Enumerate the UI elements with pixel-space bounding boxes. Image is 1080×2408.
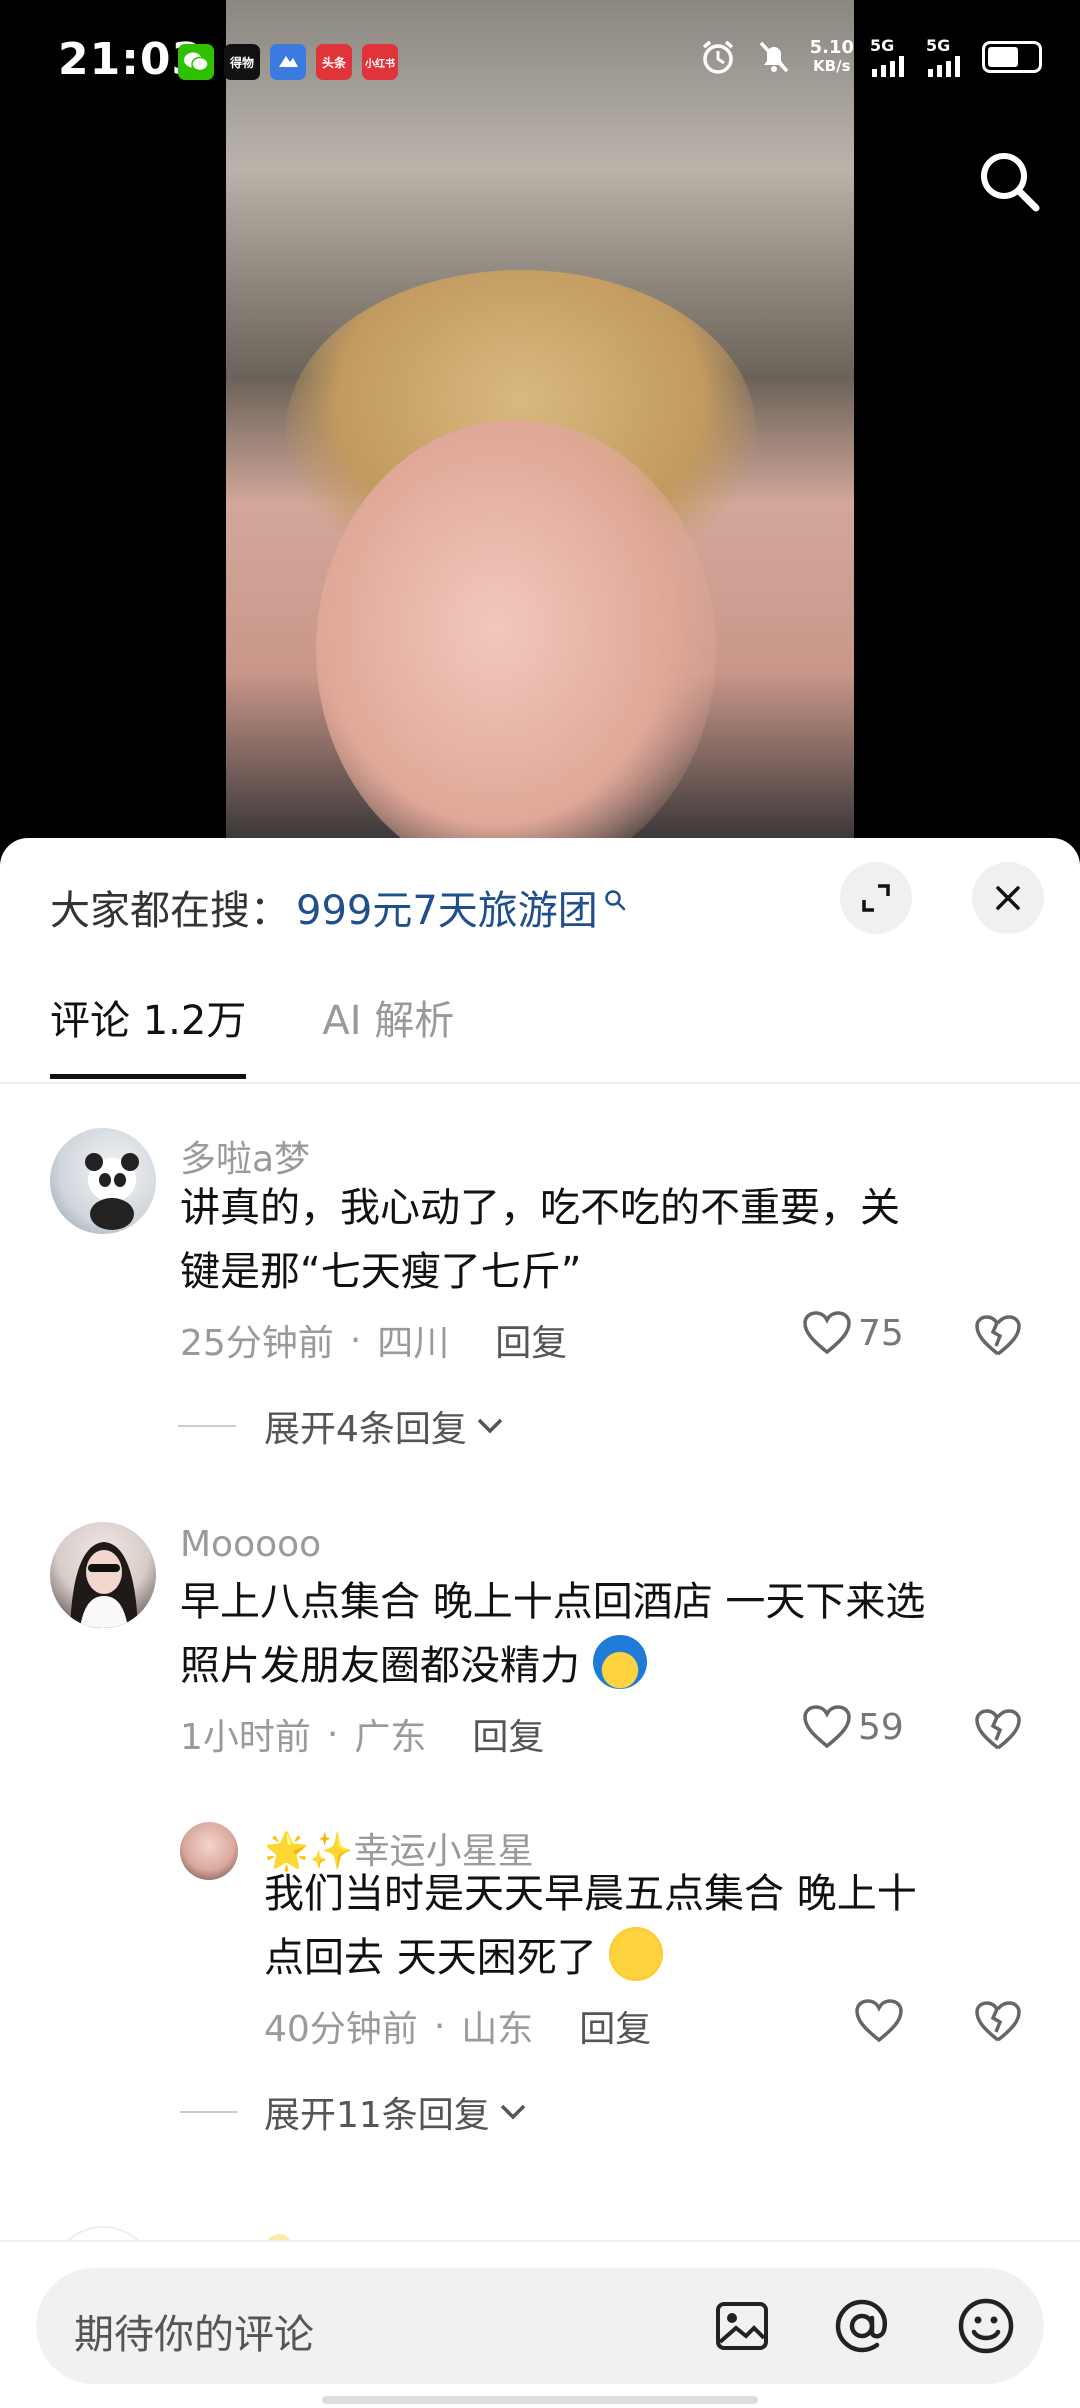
- system-icons: 5.10 KB/s 5G 5G: [698, 36, 1042, 77]
- signal-bars-icon: [928, 56, 960, 77]
- comment-meta: 25分钟前 · 四川 回复: [180, 1314, 567, 1366]
- sub-reply-location: 山东: [461, 2009, 534, 2050]
- comment-meta: 1小时前 · 广东 回复: [180, 1708, 544, 1760]
- alarm-icon: [702, 40, 733, 74]
- expand-replies-button[interactable]: 展开11条回复: [180, 2086, 530, 2138]
- emoji-icon[interactable]: [954, 2294, 1018, 2358]
- search-icon[interactable]: [974, 146, 1046, 218]
- dewu-icon: 得物: [224, 44, 260, 80]
- expand-replies-label: 展开4条回复: [264, 1409, 467, 1450]
- heart-icon[interactable]: [854, 1998, 904, 2044]
- blue-hair-emoji-icon: [592, 1635, 647, 1689]
- notification-icons: 得物 头条 小红书: [178, 44, 398, 80]
- comment-username[interactable]: Mooooo: [180, 1524, 321, 1565]
- tab-comments[interactable]: 评论 1.2万: [50, 988, 247, 1079]
- avatar[interactable]: [50, 1128, 156, 1234]
- comment-text-line: 讲真的，我心动了，吃不吃的不重要，关: [180, 1185, 900, 1231]
- search-suggestion-keyword[interactable]: 999元7天旅游团: [296, 878, 598, 936]
- tabs-divider: [0, 1082, 1080, 1084]
- small-search-icon: [605, 890, 626, 911]
- tab-ai-analysis[interactable]: AI 解析: [322, 988, 454, 1079]
- expand-button[interactable]: [840, 862, 912, 934]
- reply-button[interactable]: 回复: [579, 2000, 651, 2052]
- comment-location: 四川: [377, 1323, 450, 1364]
- wechat-icon: [178, 44, 214, 80]
- xiaohongshu-icon: 小红书: [362, 44, 398, 80]
- expand-divider-line: [180, 2111, 238, 2113]
- comment-input[interactable]: 期待你的评论: [36, 2268, 1044, 2384]
- broken-heart-icon[interactable]: [974, 1708, 1022, 1752]
- meta-dot: ·: [326, 1713, 339, 1755]
- expand-divider-line: [178, 1425, 236, 1427]
- expand-replies-label: 展开11条回复: [264, 2095, 490, 2136]
- at-mention-icon[interactable]: [830, 2294, 894, 2358]
- sim2-signal: 5G: [926, 36, 966, 77]
- girl-avatar-image: [70, 1542, 138, 1628]
- comment-text-line: 照片发朋友圈都没精力: [180, 1643, 580, 1689]
- expand-icon: [862, 884, 890, 912]
- avatar[interactable]: [50, 1522, 156, 1628]
- broken-heart-icon[interactable]: [974, 1314, 1022, 1358]
- comment-text: 早上八点集合 晚上十点回酒店 一天下来选 照片发朋友圈都没精力: [180, 1570, 925, 1698]
- sim2-label: 5G: [926, 36, 951, 55]
- reply-button[interactable]: 回复: [472, 1708, 544, 1760]
- crying-face-emoji-icon: [609, 1927, 664, 1981]
- map-icon: [270, 44, 306, 80]
- meta-dot: ·: [349, 1319, 362, 1361]
- status-bar: 21:03 得物 头条 小红书 5.10 KB/s 5G 5G: [0, 0, 1080, 120]
- network-speed-unit: KB/s: [813, 56, 851, 75]
- sub-reply-meta: 40分钟前 · 山东 回复: [264, 2000, 651, 2052]
- heart-icon: [803, 1311, 851, 1355]
- panda-avatar-image: [85, 1153, 139, 1230]
- search-suggestion-prefix: 大家都在搜：: [50, 888, 290, 934]
- home-indicator[interactable]: [322, 2396, 758, 2404]
- comment-text-line-with-emoji: 照片发朋友圈都没精力: [180, 1634, 925, 1698]
- sub-reply-time: 40分钟前: [264, 2009, 418, 2050]
- comment-time: 25分钟前: [180, 1323, 334, 1364]
- video-frame[interactable]: [226, 0, 854, 840]
- comment-text-line: 早上八点集合 晚上十点回酒店 一天下来选: [180, 1579, 926, 1625]
- like-count: 59: [858, 1706, 904, 1748]
- avatar[interactable]: [180, 1822, 238, 1880]
- expand-replies-button[interactable]: 展开4条回复: [178, 1400, 507, 1452]
- image-icon[interactable]: [710, 2294, 774, 2358]
- comment-text-line: 键是那“七天瘦了七斤”: [180, 1249, 582, 1295]
- like-button[interactable]: 75: [802, 1310, 904, 1356]
- toutiao-icon: 头条: [316, 44, 352, 80]
- comment-location: 广东: [354, 1717, 427, 1758]
- comment-time: 1小时前: [180, 1717, 311, 1758]
- meta-dot: ·: [433, 2005, 446, 2047]
- comment-input-bar: 期待你的评论: [0, 2240, 1080, 2408]
- mute-bell-icon: [759, 41, 788, 72]
- signal-bars-icon: [872, 56, 904, 77]
- network-speed: 5.10 KB/s: [809, 36, 854, 75]
- heart-icon: [803, 1705, 851, 1749]
- broken-heart-icon[interactable]: [974, 2000, 1022, 2044]
- sim1-label: 5G: [870, 36, 895, 55]
- chevron-down-icon: [500, 2104, 526, 2120]
- sub-reply-text-line: 我们当时是天天早晨五点集合 晚上十: [264, 1871, 917, 1917]
- video-player[interactable]: [0, 0, 1080, 840]
- network-speed-value: 5.10: [809, 36, 854, 58]
- battery-icon: [982, 40, 1042, 73]
- chevron-down-icon: [477, 1418, 503, 1434]
- like-button[interactable]: 59: [802, 1704, 904, 1750]
- sub-reply-text: 我们当时是天天早晨五点集合 晚上十 点回去 天天困死了: [264, 1862, 917, 1990]
- comment-tabs: 评论 1.2万 AI 解析: [50, 988, 454, 1079]
- close-icon: [996, 886, 1020, 910]
- like-count: 75: [858, 1312, 904, 1354]
- comment-input-placeholder: 期待你的评论: [74, 2312, 314, 2358]
- reply-button[interactable]: 回复: [495, 1314, 567, 1366]
- comments-sheet: 大家都在搜： 999元7天旅游团 评论 1.2万 AI 解析 多啦a梦 讲真的，…: [0, 838, 1080, 2408]
- sub-reply-text-line-with-emoji: 点回去 天天困死了: [264, 1926, 917, 1990]
- sim1-signal: 5G: [870, 36, 910, 77]
- comment-username[interactable]: 多啦a梦: [180, 1130, 310, 1182]
- search-suggestion[interactable]: 大家都在搜： 999元7天旅游团: [50, 878, 626, 936]
- comment-text: 讲真的，我心动了，吃不吃的不重要，关 键是那“七天瘦了七斤”: [180, 1176, 900, 1304]
- close-button[interactable]: [972, 862, 1044, 934]
- sub-reply-text-line: 点回去 天天困死了: [264, 1935, 597, 1981]
